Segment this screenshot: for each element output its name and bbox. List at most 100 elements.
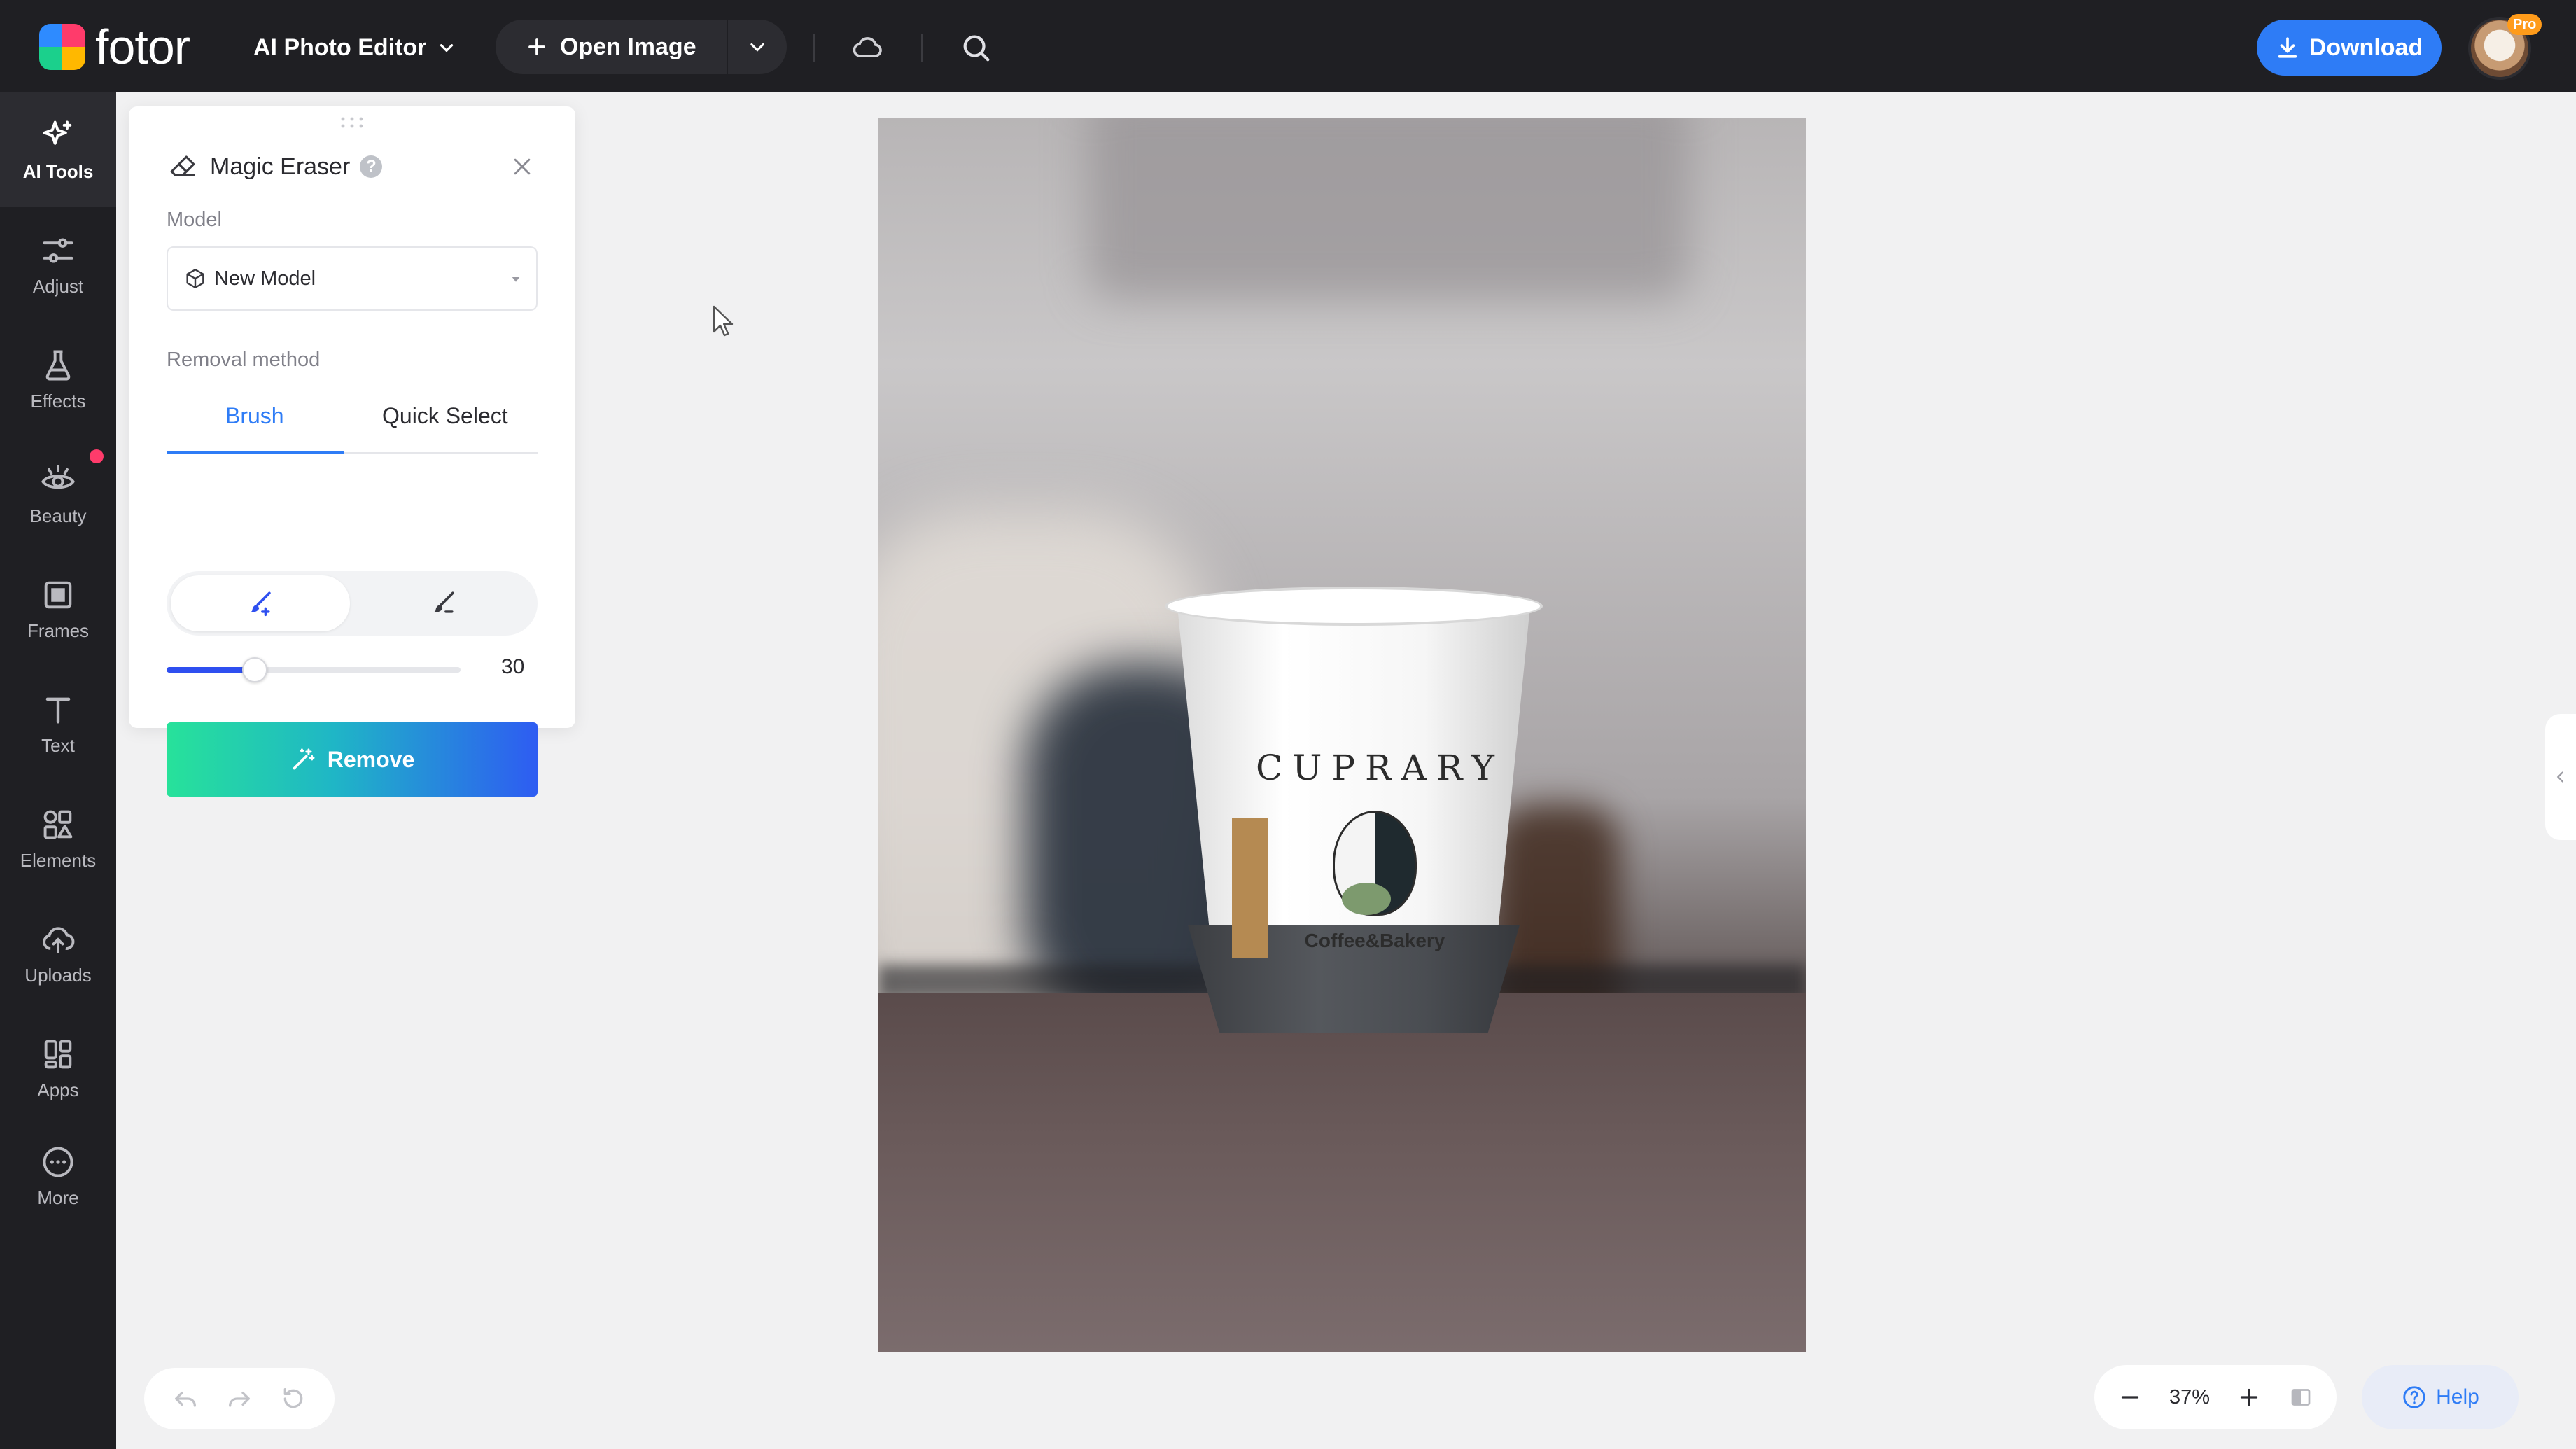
sliders-icon [43,237,74,263]
frame-icon [44,581,72,608]
top-bar: fotor AI Photo Editor Open Image Downloa… [0,0,2576,92]
brush-add-button[interactable] [171,575,350,631]
app-switcher-dropdown[interactable]: AI Photo Editor [253,28,456,67]
zoom-out-icon[interactable] [2118,1385,2143,1410]
sidebar-item-label: Effects [30,390,86,412]
pro-badge: Pro [2507,14,2542,35]
sidebar-item-effects[interactable]: Effects [0,322,116,437]
zoom-controls: 37% [2094,1365,2337,1429]
beauty-notification-badge [90,449,104,463]
toolbar-divider [813,34,815,62]
sidebar-item-label: Frames [27,620,90,641]
sidebar-item-uploads[interactable]: Uploads [0,896,116,1011]
close-panel-button[interactable] [504,148,540,185]
logo-mark-icon [39,24,85,70]
sidebar-item-apps[interactable]: Apps [0,1011,116,1126]
brush-erase-icon [433,592,454,613]
remove-button[interactable]: Remove [167,722,538,797]
remove-button-label: Remove [327,746,415,772]
sidebar-item-label: Adjust [32,275,84,297]
help-button[interactable]: Help [2362,1365,2519,1429]
removal-method-label: Removal method [167,349,321,371]
open-image-button[interactable]: Open Image [496,20,727,74]
sidebar-item-ai-tools[interactable]: AI Tools [0,92,116,207]
history-controls [144,1368,335,1429]
chevron-left-icon [2556,771,2563,783]
shapes-icon [43,810,73,839]
sidebar-item-label: AI Tools [22,160,94,182]
undo-icon[interactable] [172,1385,200,1413]
sidebar-item-text[interactable]: Text [0,666,116,781]
zoom-in-icon[interactable] [2236,1385,2262,1410]
sidebar-item-label: More [37,1186,79,1208]
right-panel-toggle[interactable] [2545,714,2576,840]
brush-mode-toggle [167,571,538,636]
tab-brush[interactable]: Brush [225,403,284,438]
more-icon [43,1147,74,1177]
brush-size-value: 30 [501,655,525,678]
toolbar-divider [921,34,923,62]
app-switcher-label: AI Photo Editor [253,34,427,61]
model-select[interactable]: New Model [167,246,538,311]
model-label: Model [167,209,222,231]
sidebar-item-label: Apps [37,1079,79,1100]
cup-logo-face [1333,811,1417,916]
sidebar-item-frames[interactable]: Frames [0,552,116,666]
cup-rim [1165,587,1543,626]
brush-erase-button[interactable] [354,575,533,631]
download-label: Download [2309,34,2423,61]
help-icon[interactable]: ? [360,155,383,178]
text-icon [46,697,71,723]
coffee-cup: CUPRARY Coffee&Bakery [1165,587,1543,1049]
search-icon [963,35,990,62]
sidebar-item-label: Beauty [29,505,87,526]
sidebar-item-more[interactable]: More [0,1119,116,1233]
help-circle-icon [2403,1386,2426,1408]
open-image-label: Open Image [560,33,696,60]
plus-icon [528,38,545,55]
sidebar-item-adjust[interactable]: Adjust [0,207,116,322]
zoom-level[interactable]: 37% [2169,1386,2210,1409]
caret-down-icon [512,277,520,282]
magic-wand-icon [293,748,315,770]
photo-blurred-background [1088,118,1690,300]
cloud-icon [853,37,882,57]
brush-add-icon [250,592,271,617]
eraser-icon [170,155,195,176]
left-tool-rail: AI Tools Adjust Effects Beauty Frames Te… [0,92,116,1449]
mouse-cursor-icon [713,305,734,337]
cloud-save-button[interactable] [848,28,888,67]
help-label: Help [2436,1385,2479,1408]
slider-thumb[interactable] [242,657,267,682]
open-image-dropdown-button[interactable] [728,37,787,57]
drag-handle-icon[interactable] [339,116,365,129]
download-button[interactable]: Download [2257,20,2442,76]
compare-icon[interactable] [2288,1385,2314,1410]
search-button[interactable] [956,28,995,67]
download-icon [2278,37,2297,58]
brush-size-slider[interactable] [167,652,461,686]
cup-brand-text: CUPRARY [1256,748,1504,788]
chevron-down-icon [750,43,764,52]
sidebar-item-label: Text [41,734,75,756]
canvas-photo[interactable]: CUPRARY Coffee&Bakery [878,118,1806,1352]
panel-header: Magic Eraser ? [168,147,383,186]
active-tab-indicator [167,451,344,454]
model-select-value: New Model [214,267,316,290]
sparkle-icon [43,120,72,145]
redo-icon[interactable] [225,1385,253,1413]
sidebar-item-elements[interactable]: Elements [0,781,116,896]
apps-icon [44,1040,72,1068]
reset-icon[interactable] [279,1385,307,1413]
panel-title: Magic Eraser [210,153,351,180]
sidebar-item-label: Uploads [24,964,92,986]
cube-icon [186,269,204,288]
magic-eraser-panel: Magic Eraser ? Model New Model Removal m… [129,106,575,797]
tab-quick-select[interactable]: Quick Select [382,403,508,438]
cloud-upload-icon [43,926,75,953]
open-image-group: Open Image [496,20,787,74]
logo-text: fotor [95,20,190,74]
chevron-down-icon [440,44,454,52]
flask-icon [46,350,71,380]
fotor-logo[interactable]: fotor [39,20,190,74]
